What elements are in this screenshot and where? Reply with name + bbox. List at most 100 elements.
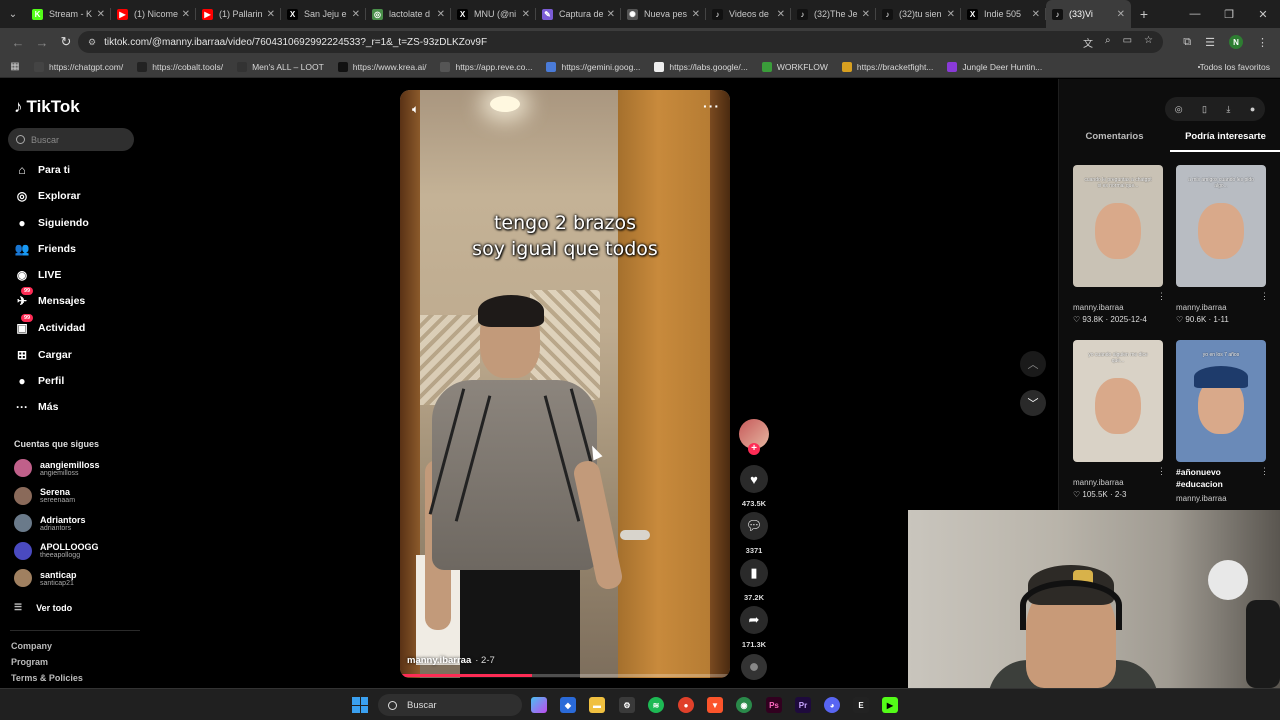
next-video-button[interactable]: ﹀ [1020,390,1046,416]
browser-tab[interactable]: ♪ (32)tu sien ✕ [876,0,961,28]
follow-plus-icon[interactable]: + [748,443,760,455]
app-icon[interactable]: ● [678,697,694,713]
photoshop-icon[interactable]: Ps [766,697,782,713]
video-more-icon[interactable]: ··· [703,98,720,114]
browser-tab[interactable]: ♪ (33)Vi ✕ [1046,0,1131,28]
followed-account[interactable]: Adriantors adriantors [14,514,86,532]
comment-icon[interactable]: 💬︎ [740,512,768,540]
taskbar-search[interactable]: Buscar [378,694,522,716]
close-tab-icon[interactable]: ✕ [522,9,530,20]
bookmark-item[interactable]: https://gemini.goog... [546,61,640,72]
close-tab-icon[interactable]: ✕ [1032,9,1040,20]
suggested-author[interactable]: manny.ibarraa [1176,494,1227,503]
reading-list-icon[interactable]: ☰ [1205,36,1215,49]
sidebar-item-live[interactable]: ◉ LIVE [14,266,62,284]
volume-icon[interactable]: 🔈︎ [412,102,419,117]
tab-comments[interactable]: Comentarios [1059,131,1170,152]
video-player[interactable]: tengo 2 brazos soy igual que todos 🔈︎ ··… [400,90,730,678]
chrome-icon[interactable]: ◉ [736,697,752,713]
compass-icon[interactable]: ◎ [1175,104,1183,115]
browser-tab[interactable]: ♪ Videos de ✕ [706,0,791,28]
footer-program-link[interactable]: Program [11,657,48,667]
more-options-icon[interactable]: ⋮ [1157,291,1166,302]
outlook-icon[interactable]: ◆ [560,697,576,713]
brave-icon[interactable]: ▼ [707,697,723,713]
footer-terms-link[interactable]: Terms & Policies [11,673,83,683]
suggested-author[interactable]: manny.ibarraa [1073,478,1124,487]
sidebar-item-más[interactable]: ··· Más [14,398,58,416]
bookmark-star-icon[interactable]: ☆ [1144,35,1153,50]
browser-tab[interactable]: ▶ (1) Pallarin ✕ [196,0,281,28]
tab-you-may-like[interactable]: Podría interesarte [1170,131,1280,152]
close-tab-icon[interactable]: ✕ [437,9,445,20]
search-input[interactable]: Buscar [8,128,134,151]
browser-tab[interactable]: ▶ (1) Nicome ✕ [111,0,196,28]
new-tab-button[interactable]: + [1131,6,1157,22]
browser-tab[interactable]: ◎ lactolate d ✕ [366,0,451,28]
close-tab-icon[interactable]: ✕ [607,9,615,20]
followed-account[interactable]: Serena sereenaam [14,486,75,505]
restore-icon[interactable]: ❐ [1212,8,1246,21]
zoom-icon[interactable]: ⌕ [1105,35,1111,50]
sidebar-item-para-ti[interactable]: ⌂ Para ti [14,161,70,179]
sidebar-item-siguiendo[interactable]: ● Siguiendo [14,214,88,232]
forward-button[interactable]: → [30,35,54,50]
browser-tab[interactable]: ✺ Nueva pes ✕ [621,0,706,28]
bookmark-icon[interactable]: ▮ [740,559,768,587]
bookmark-item[interactable]: https://labs.google/... [654,61,748,72]
heart-icon[interactable]: ♥ [740,465,768,493]
all-bookmarks[interactable]: Todos los favoritos [1197,62,1270,72]
save-action[interactable]: ▮ 37.2K [739,559,769,602]
more-options-icon[interactable]: ⋮ [1157,466,1166,477]
close-tab-icon[interactable]: ✕ [267,9,275,20]
browser-tab[interactable]: ♪ (32)The Je ✕ [791,0,876,28]
windows-start-icon[interactable] [352,697,368,713]
close-tab-icon[interactable]: ✕ [352,9,360,20]
like-action[interactable]: ♥ 473.5K [739,465,769,508]
share-icon[interactable]: ➦ [740,606,768,634]
comment-action[interactable]: 💬︎ 3371 [739,512,769,555]
followed-account[interactable]: APOLLOOGG theeapollogg [14,541,99,560]
sidebar-item-friends[interactable]: 👥 Friends [14,240,76,258]
close-tab-icon[interactable]: ✕ [1117,9,1125,20]
address-bar[interactable]: ⚙ tiktok.com/@manny.ibarraa/video/760431… [78,31,1163,53]
more-options-icon[interactable]: ⋮ [1260,291,1269,302]
previous-video-button[interactable]: ︿ [1020,351,1046,377]
close-tab-icon[interactable]: ✕ [97,9,105,20]
sidebar-item-actividad[interactable]: ▣ 99 Actividad [14,314,85,337]
phone-icon[interactable]: ▯ [1202,104,1207,115]
sidebar-item-perfil[interactable]: ● Perfil [14,372,64,390]
close-tab-icon[interactable]: ✕ [777,9,785,20]
apps-grid-icon[interactable]: ▦ [0,61,30,72]
stream-app-icon[interactable]: ▶ [882,697,898,713]
share-action[interactable]: ➦ 171.3K [739,606,769,649]
suggested-video-thumbnail[interactable]: cuando le preguntas a chatgpt si es norm… [1073,165,1163,287]
bookmark-item[interactable]: https://www.krea.ai/ [337,61,426,72]
copilot-icon[interactable] [531,697,547,713]
bookmark-item[interactable]: Jungle Deer Huntin... [947,61,1042,72]
spotify-icon[interactable]: ≋ [648,697,664,713]
site-info-icon[interactable]: ⚙ [88,37,96,48]
browser-tab[interactable]: X Indie 505 ✕ [961,0,1046,28]
suggested-author[interactable]: manny.ibarraa [1073,303,1124,312]
close-tab-icon[interactable]: ✕ [947,9,955,20]
epic-games-icon[interactable]: E [853,697,869,713]
video-progress-bar[interactable] [400,674,730,677]
reload-button[interactable]: ↻ [54,34,78,50]
suggested-author[interactable]: manny.ibarraa [1176,303,1227,312]
translate-icon[interactable]: 文 [1083,35,1093,50]
cast-icon[interactable]: ▭ [1123,35,1132,50]
sidebar-item-explorar[interactable]: ◎ Explorar [14,187,81,205]
tiktok-logo[interactable]: ♪ TikTok [14,97,80,117]
tab-search-icon[interactable]: ⌄ [0,0,26,28]
suggested-video-thumbnail[interactable]: yo cuando alguien me dice que... [1073,340,1163,462]
footer-company-link[interactable]: Company [11,641,52,651]
download-icon[interactable]: ⤓ [1226,104,1230,115]
suggested-video-thumbnail[interactable]: yo en los 7 años [1176,340,1266,462]
close-tab-icon[interactable]: ✕ [182,9,190,20]
close-window-icon[interactable]: ✕ [1246,8,1280,21]
sidebar-item-cargar[interactable]: ⊞ Cargar [14,346,72,364]
browser-tab[interactable]: X MNU (@ni ✕ [451,0,536,28]
video-author[interactable]: manny.ibarraa · 2-7 [407,655,495,666]
close-tab-icon[interactable]: ✕ [692,9,700,20]
